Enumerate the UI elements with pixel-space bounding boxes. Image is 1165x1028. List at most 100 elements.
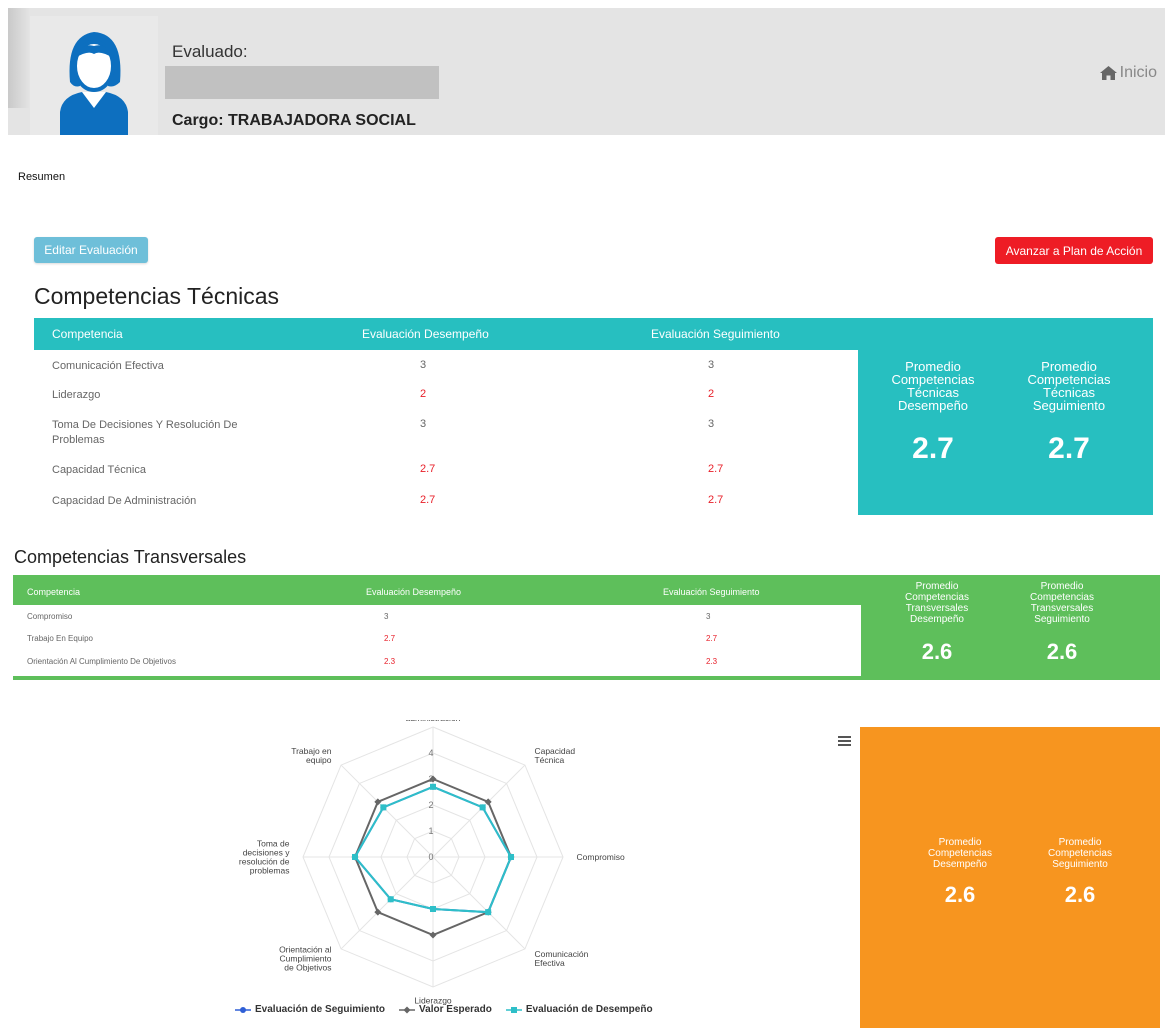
performance-value: 3 [420, 418, 427, 430]
legend-item[interactable]: Evaluación de Seguimiento [235, 1004, 385, 1015]
transversal-table-header: Competencia Evaluación Desempeño Evaluac… [13, 575, 861, 605]
average-label: Promedio Competencias Técnicas Seguimien… [1027, 359, 1111, 413]
average-value: 2.6 [944, 882, 976, 907]
technical-followup-average: Promedio Competencias Técnicas Seguimien… [1014, 360, 1124, 466]
column-performance: Evaluación Desempeño [366, 587, 462, 597]
transversal-competencies-title: Competencias Transversales [14, 547, 247, 567]
competence-name: Capacidad Técnica [52, 464, 146, 476]
average-value: 2.6 [1046, 639, 1078, 664]
followup-value: 2.7 [708, 494, 724, 506]
technical-performance-average: Promedio Competencias Técnicas Desempeño… [878, 360, 988, 466]
followup-value: 3 [706, 612, 711, 621]
transversal-performance-average: Promedio Competencias Transversales Dese… [887, 581, 987, 665]
competence-name: Toma De Decisiones Y Resolución De Probl… [52, 419, 238, 446]
overall-averages-box: Promedio Competencias Desempeño 2.6 Prom… [860, 727, 1160, 1028]
chart-legend: Evaluación de Seguimiento Valor Esperado… [235, 1004, 653, 1015]
avatar [30, 16, 158, 135]
data-point [429, 931, 437, 939]
axis-label: administración [406, 720, 461, 723]
tick-label: 0 [428, 852, 433, 862]
radar-chart: 01234Capacidad deadministraciónCapacidad… [239, 720, 625, 1006]
axis-label: Efectiva [534, 958, 565, 968]
performance-value: 2.3 [384, 657, 396, 666]
evaluated-label: Evaluado: [172, 42, 248, 61]
transversal-averages-box: Promedio Competencias Transversales Dese… [861, 575, 1160, 680]
competence-name: Comunicación Efectiva [52, 360, 164, 372]
data-point [508, 854, 514, 860]
followup-value: 3 [708, 359, 715, 371]
axis-label: equipo [306, 755, 332, 765]
competence-name: Compromiso [27, 612, 73, 621]
competence-name: Capacidad De Administración [52, 495, 197, 507]
followup-value: 2.7 [706, 634, 718, 643]
legend-marker-circle [235, 1006, 251, 1013]
legend-label: Evaluación de Seguimiento [255, 1004, 386, 1015]
performance-value: 3 [420, 359, 427, 371]
transversal-table: Competencia Evaluación Desempeño Evaluac… [13, 575, 1160, 680]
average-value: 2.6 [1064, 882, 1096, 907]
technical-table-body: Comunicación Efectiva 3 3 Liderazgo 2 2 … [34, 350, 858, 515]
performance-value: 3 [384, 612, 389, 621]
performance-value: 2.7 [420, 494, 436, 506]
column-followup: Evaluación Seguimiento [651, 327, 780, 341]
column-competence: Competencia [52, 327, 123, 341]
data-point [479, 804, 486, 811]
data-point [485, 909, 492, 916]
home-link[interactable]: Inicio [1099, 64, 1157, 82]
tick-label: 2 [428, 800, 433, 810]
user-female-icon [60, 32, 128, 135]
edit-evaluation-button[interactable]: Editar Evaluación [34, 237, 148, 263]
followup-value: 2.3 [706, 657, 718, 666]
overall-performance-average: Promedio Competencias Desempeño 2.6 [910, 837, 1010, 908]
followup-value: 3 [708, 418, 715, 430]
legend-label: Evaluación de Desempeño [525, 1004, 653, 1015]
legend-item[interactable]: Evaluación de Desempeño [505, 1004, 653, 1015]
axis-label: de Objetivos [284, 962, 331, 972]
average-label: Promedio Competencias Transversales Segu… [1030, 581, 1094, 625]
tick-label: 1 [428, 826, 433, 836]
performance-value: 2.7 [420, 463, 436, 475]
home-icon [1099, 66, 1117, 80]
axis-label: Compromiso [577, 852, 625, 862]
followup-value: 2 [708, 388, 715, 400]
chart-menu-icon[interactable] [838, 736, 851, 746]
column-followup: Evaluación Seguimiento [663, 587, 760, 597]
legend-marker-diamond [399, 1006, 416, 1013]
average-label: Promedio Competencias Técnicas Desempeño [891, 359, 975, 413]
legend-label: Valor Esperado [419, 1004, 492, 1015]
performance-value: 2 [420, 388, 427, 400]
competence-name: Orientación Al Cumplimiento De Objetivos [27, 657, 176, 666]
data-point [380, 804, 387, 811]
legend-marker-square [505, 1006, 522, 1013]
header-edge [8, 8, 30, 108]
transversal-table-body: Compromiso 3 3 Trabajo En Equipo 2.7 2.7… [13, 605, 861, 676]
position-title: Cargo: TRABAJADORA SOCIAL [172, 112, 416, 129]
overall-followup-average: Promedio Competencias Seguimiento 2.6 [1030, 837, 1130, 908]
average-value: 2.7 [1048, 432, 1090, 465]
performance-value: 2.7 [384, 634, 396, 643]
column-competence: Competencia [27, 587, 81, 597]
evaluated-name-redacted [165, 66, 439, 99]
competence-name: Liderazgo [52, 389, 101, 401]
average-value: 2.6 [921, 639, 953, 664]
average-label: Promedio Competencias Transversales Dese… [905, 581, 969, 625]
followup-value: 2.7 [708, 463, 724, 475]
tick-label: 4 [428, 748, 433, 758]
home-link-label: Inicio [1119, 64, 1157, 81]
average-label: Promedio Competencias Desempeño [928, 837, 992, 870]
data-point [430, 783, 436, 790]
axis-label: problemas [250, 866, 290, 876]
profile-header: Evaluado: Cargo: TRABAJADORA SOCIAL Inic… [8, 8, 1165, 135]
column-performance: Evaluación Desempeño [362, 327, 489, 341]
data-point [352, 854, 358, 860]
technical-table-header: Competencia Evaluación Desempeño Evaluac… [34, 318, 858, 350]
transversal-followup-average: Promedio Competencias Transversales Segu… [1012, 581, 1112, 665]
technical-averages-box: Promedio Competencias Técnicas Desempeño… [858, 318, 1153, 515]
technical-competencies-title: Competencias Técnicas [34, 283, 280, 309]
data-point [430, 906, 436, 912]
advance-action-plan-button[interactable]: Avanzar a Plan de Acción [995, 237, 1153, 264]
competence-name: Trabajo En Equipo [27, 634, 93, 643]
legend-item[interactable]: Valor Esperado [399, 1004, 492, 1015]
data-point [387, 896, 394, 903]
axis-label: Técnica [534, 755, 564, 765]
